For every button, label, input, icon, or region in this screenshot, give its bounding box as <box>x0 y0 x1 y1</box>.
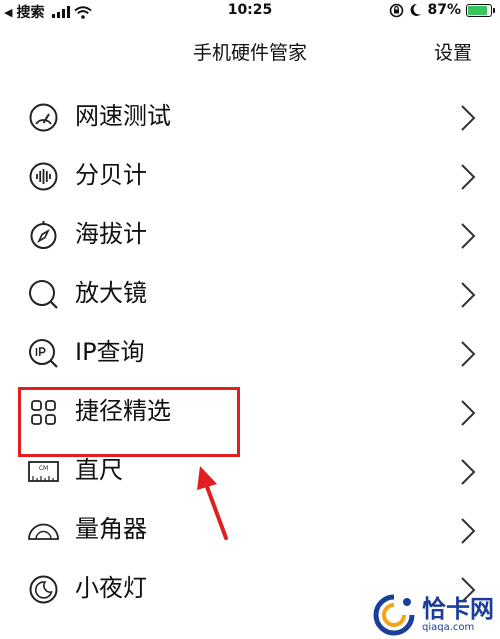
settings-button[interactable]: 设置 <box>434 38 472 65</box>
watermark-logo-icon <box>373 594 415 636</box>
battery-percent: 87% <box>427 2 461 18</box>
speedometer-icon <box>27 101 60 134</box>
list-item-ip-lookup[interactable]: IP查询 <box>0 323 500 382</box>
watermark-url: qiaqa.com <box>422 622 475 633</box>
list-item-label: 分贝计 <box>75 161 147 189</box>
list-item-speed-test[interactable]: 网速测试 <box>0 87 500 146</box>
moon-icon <box>27 573 60 606</box>
page-title: 手机硬件管家 <box>192 42 307 64</box>
watermark: 恰卡网 qiaqa.com <box>372 593 494 637</box>
highlight-box <box>18 387 240 457</box>
list-item-magnifier[interactable]: 放大镜 <box>0 264 500 323</box>
svg-text:CM: CM <box>39 465 48 472</box>
list-item-decibel-meter[interactable]: 分贝计 <box>0 146 500 205</box>
chevron-right-icon <box>460 399 476 427</box>
status-bar: ◀ 搜索 10:25 87% <box>0 0 500 24</box>
nav-bar: 手机硬件管家 设置 <box>0 24 500 76</box>
chevron-right-icon <box>460 222 476 250</box>
list-item-label: IP查询 <box>75 338 145 366</box>
compass-icon <box>27 219 60 252</box>
chevron-right-icon <box>460 458 476 486</box>
rotation-lock-icon <box>390 3 404 17</box>
list-item-label: 直尺 <box>75 456 123 484</box>
ip-icon <box>27 337 60 370</box>
protractor-icon <box>27 514 60 547</box>
list-item-altimeter[interactable]: 海拔计 <box>0 205 500 264</box>
chevron-right-icon <box>460 104 476 132</box>
ruler-icon: CM <box>27 455 60 488</box>
chevron-right-icon <box>460 340 476 368</box>
chevron-right-icon <box>460 281 476 309</box>
sound-wave-icon <box>27 160 60 193</box>
list-item-label: 海拔计 <box>75 220 147 248</box>
list-item-protractor[interactable]: 量角器 <box>0 500 500 559</box>
battery-level-fill <box>468 5 488 15</box>
list-item-partial[interactable] <box>0 76 500 87</box>
status-right-group: 87% <box>389 2 495 18</box>
list-item-label: 量角器 <box>75 515 147 543</box>
watermark-title: 恰卡网 <box>422 595 494 623</box>
list-item-label: 放大镜 <box>75 279 147 307</box>
magnifier-icon <box>27 278 60 311</box>
annotation-arrow <box>197 466 228 540</box>
chevron-right-icon <box>460 163 476 191</box>
watermark-text: 恰卡网 qiaqa.com <box>422 596 494 634</box>
list-item-label: 小夜灯 <box>75 574 147 602</box>
tool-list: 网速测试 分贝计 海拔计 放大镜 IP查询 捷径精选 CM 直尺 量角器 小夜灯 <box>0 76 500 618</box>
list-item-label: 网速测试 <box>75 102 171 130</box>
moon-status-icon <box>411 3 422 16</box>
chevron-right-icon <box>460 517 476 545</box>
tool-list-viewport[interactable]: 网速测试 分贝计 海拔计 放大镜 IP查询 捷径精选 CM 直尺 量角器 小夜灯 <box>0 76 500 639</box>
battery-icon <box>466 3 495 17</box>
